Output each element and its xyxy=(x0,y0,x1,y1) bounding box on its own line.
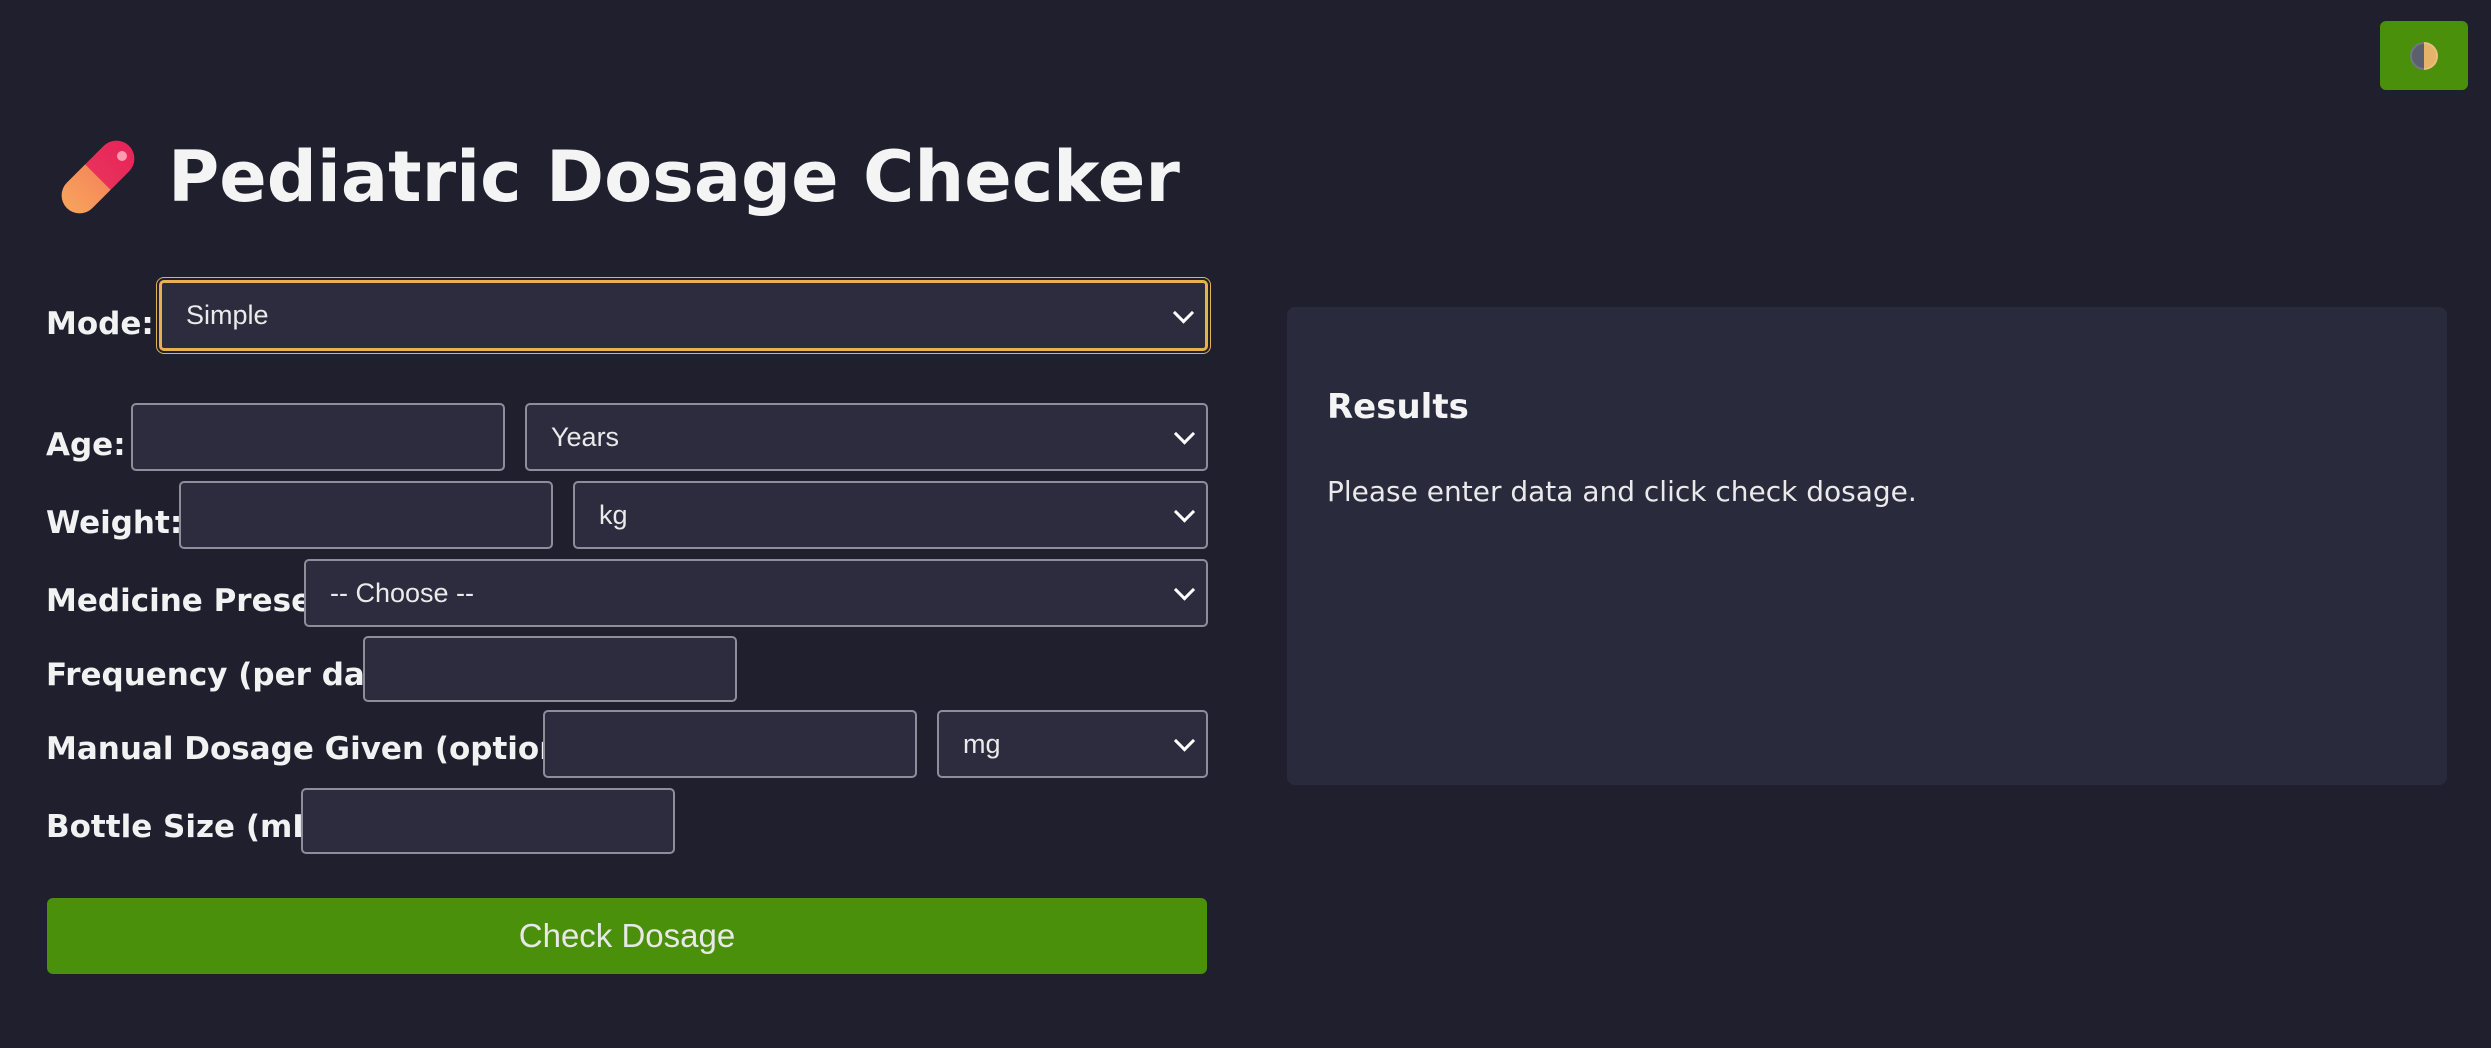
medicine-preset-select[interactable]: -- Choose -- xyxy=(304,559,1208,627)
theme-toggle-button[interactable] xyxy=(2380,21,2468,90)
bottle-size-row: Bottle Size (mL): xyxy=(46,798,339,856)
check-dosage-button[interactable]: Check Dosage xyxy=(47,898,1207,974)
medicine-preset-value: -- Choose -- xyxy=(330,577,475,608)
page-title: Pediatric Dosage Checker xyxy=(168,136,1180,218)
weight-unit-value: kg xyxy=(599,499,628,530)
chevron-down-icon xyxy=(1173,501,1196,523)
age-row: Age: xyxy=(46,416,126,474)
medicine-preset-label: Medicine Preset: xyxy=(46,583,340,619)
mode-select-value: Simple xyxy=(186,300,269,330)
results-message: Please enter data and click check dosage… xyxy=(1327,475,1917,508)
chevron-down-icon xyxy=(1173,579,1196,601)
weight-input[interactable] xyxy=(179,481,553,549)
manual-dosage-input[interactable] xyxy=(543,710,917,778)
bottle-size-label: Bottle Size (mL): xyxy=(46,809,339,845)
frequency-row: Frequency (per day): xyxy=(46,646,411,704)
medicine-preset-row: Medicine Preset: xyxy=(46,572,339,630)
manual-dosage-unit-select[interactable]: mg xyxy=(937,710,1208,778)
manual-dosage-row: Manual Dosage Given (optional): xyxy=(46,720,619,778)
weight-unit-select[interactable]: kg xyxy=(573,481,1208,549)
half-moon-icon xyxy=(2410,41,2438,70)
bottle-size-input[interactable] xyxy=(301,788,675,854)
chevron-down-icon xyxy=(1173,423,1196,445)
results-title: Results xyxy=(1327,387,1469,427)
page-header: Pediatric Dosage Checker xyxy=(54,132,1180,222)
age-unit-value: Years xyxy=(551,421,620,452)
results-panel: Results Please enter data and click chec… xyxy=(1287,307,2447,785)
manual-dosage-label: Manual Dosage Given (optional): xyxy=(46,731,620,767)
age-label: Age: xyxy=(46,427,126,463)
weight-row: Weight: xyxy=(46,494,182,552)
pill-icon xyxy=(54,133,142,221)
mode-select[interactable]: Simple xyxy=(159,280,1208,351)
frequency-input[interactable] xyxy=(363,636,737,702)
chevron-down-icon xyxy=(1173,730,1196,752)
age-unit-select[interactable]: Years xyxy=(525,403,1208,471)
age-input[interactable] xyxy=(131,403,505,471)
frequency-label: Frequency (per day): xyxy=(46,657,411,693)
mode-label: Mode: xyxy=(46,306,154,342)
manual-dosage-unit-value: mg xyxy=(963,728,1001,759)
weight-label: Weight: xyxy=(46,505,183,541)
mode-row: Mode: xyxy=(46,295,154,353)
chevron-down-icon xyxy=(1172,301,1195,324)
